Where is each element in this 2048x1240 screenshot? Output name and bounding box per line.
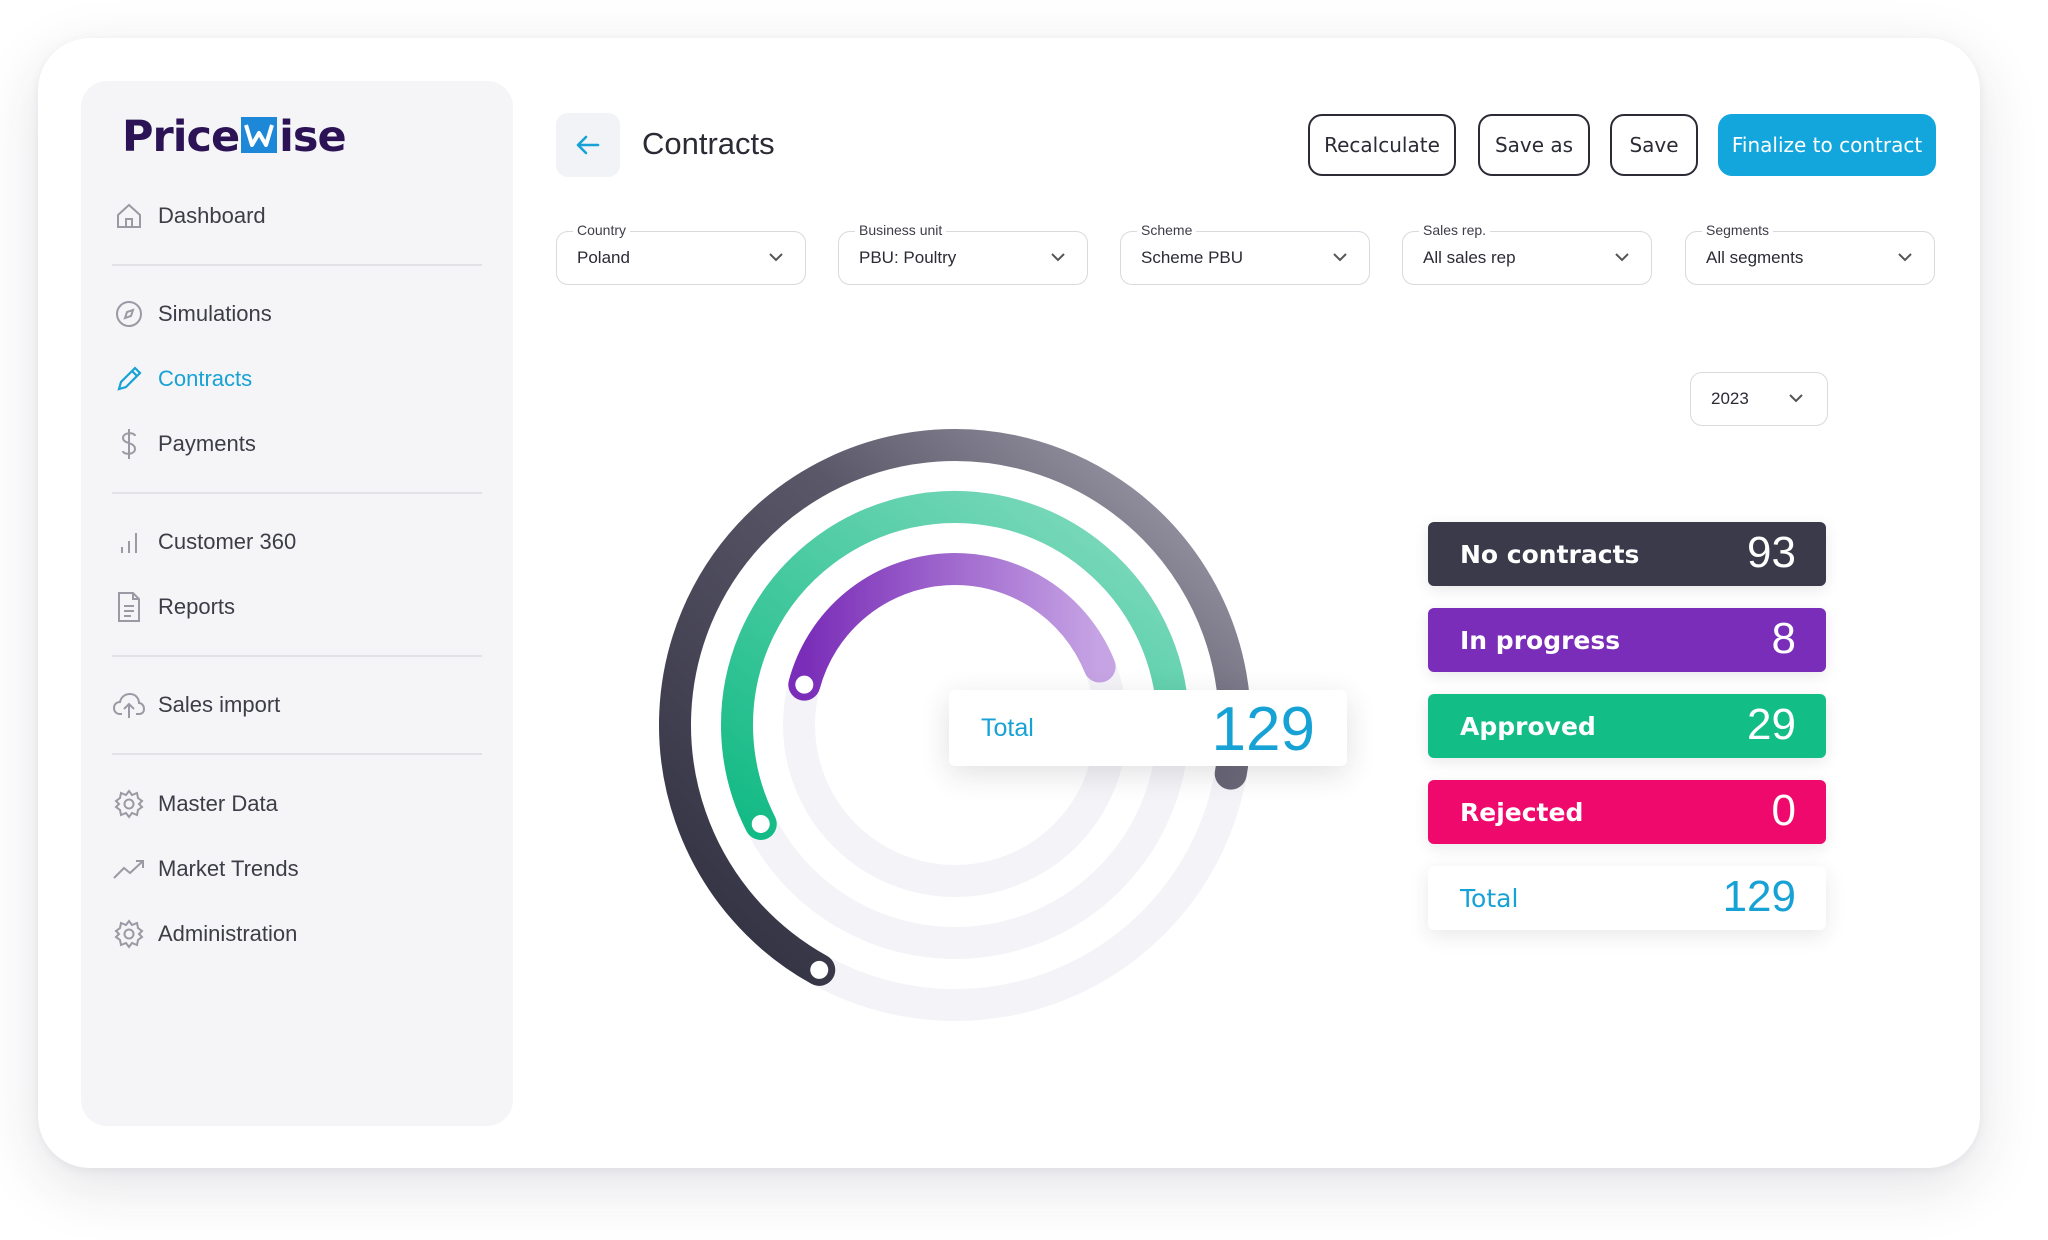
legend-value: 0 [1771,786,1796,835]
year-value: 2023 [1711,389,1749,408]
save-as-button[interactable]: Save as [1478,114,1590,176]
sidebar-item-simulations[interactable]: Simulations [112,294,272,334]
save-button[interactable]: Save [1610,114,1698,176]
legend-label: Total [1460,884,1519,913]
chevron-down-icon [1051,253,1065,262]
sidebar-item-contracts[interactable]: Contracts [112,359,252,399]
sidebar-item-label: Master Data [158,791,278,816]
home-icon [112,199,146,233]
no-contracts-arc-end-dot [810,960,829,979]
sidebar-item-customer-360[interactable]: Customer 360 [112,522,296,562]
filter-value: All segments [1706,248,1804,267]
filter-value: All sales rep [1423,248,1516,267]
gear-icon [112,917,146,951]
sidebar-item-label: Payments [158,431,256,456]
legend-value: 8 [1771,614,1796,663]
page-title: Contracts [642,126,775,161]
chevron-down-icon [1615,253,1629,262]
filter-label: Country [573,222,631,238]
pricewise-logo[interactable]: Price ise [122,112,347,162]
filter-value: Scheme PBU [1141,248,1244,267]
chart-total-card: Total 129 [949,690,1347,766]
trend-icon [112,852,146,886]
year-select[interactable]: 2023 [1690,372,1828,426]
logo-text-right: ise [279,112,346,162]
filter-label: Segments [1702,222,1774,238]
gear-icon [112,787,146,821]
legend-no-contracts: No contracts 93 [1428,522,1826,586]
chevron-down-icon [1789,394,1803,403]
sidebar-item-label: Customer 360 [158,529,297,554]
back-button[interactable] [556,113,620,177]
in-progress-arc-end-dot [795,675,814,694]
legend-rejected: Rejected 0 [1428,780,1826,844]
legend-label: Rejected [1460,798,1584,827]
logo-w-icon [241,117,278,153]
legend-label: Approved [1460,712,1596,741]
filter-label: Scheme [1137,222,1197,238]
filter-label: Sales rep. [1419,222,1491,238]
sidebar-divider [112,492,482,494]
sidebar-item-label: Reports [158,594,236,619]
legend-value: 93 [1747,528,1796,577]
business-unit-select[interactable]: Business unit PBU: Poultry [838,222,1088,285]
scheme-select[interactable]: Scheme Scheme PBU [1120,222,1370,285]
pencil-icon [112,362,146,396]
chevron-down-icon [1333,253,1347,262]
sidebar-item-payments[interactable]: Payments [112,424,256,464]
legend-approved: Approved 29 [1428,694,1826,758]
dollar-icon [112,427,146,461]
arrow-left-icon [576,135,600,155]
chevron-down-icon [769,253,783,262]
sidebar-item-label: Contracts [158,366,253,391]
legend-in-progress: In progress 8 [1428,608,1826,672]
sidebar-item-administration[interactable]: Administration [112,914,297,954]
bar-chart-icon [112,525,146,559]
filter-value: Poland [577,248,630,267]
sidebar-divider [112,264,482,266]
compass-icon [112,297,146,331]
filter-label: Business unit [855,222,947,238]
sidebar-item-label: Market Trends [158,856,299,881]
sidebar-item-label: Administration [158,921,298,946]
legend-label: No contracts [1460,540,1640,569]
sidebar-item-master-data[interactable]: Master Data [112,784,278,824]
sidebar-item-label: Simulations [158,301,272,326]
sidebar-item-dashboard[interactable]: Dashboard [112,196,266,236]
country-select[interactable]: Country Poland [556,222,806,285]
legend-value: 29 [1747,700,1796,749]
sidebar-divider [112,753,482,755]
legend-label: In progress [1460,626,1621,655]
sidebar-item-sales-import[interactable]: Sales import [112,685,280,725]
recalculate-button[interactable]: Recalculate [1308,114,1456,176]
document-icon [112,590,146,624]
approved-arc-end-dot [751,814,770,833]
sidebar-item-reports[interactable]: Reports [112,587,235,627]
sidebar-item-label: Sales import [158,692,281,717]
sidebar-item-market-trends[interactable]: Market Trends [112,849,299,889]
legend-value: 129 [1722,872,1796,921]
logo-text-left: Price [122,112,240,162]
chevron-down-icon [1898,253,1912,262]
sales-rep-select[interactable]: Sales rep. All sales rep [1402,222,1652,285]
legend-total: Total 129 [1428,866,1826,930]
sidebar-item-label: Dashboard [158,203,266,228]
filter-value: PBU: Poultry [859,248,957,267]
cloud-upload-icon [112,688,146,722]
sidebar-divider [112,655,482,657]
total-value: 129 [1211,695,1315,764]
segments-select[interactable]: Segments All segments [1685,222,1935,285]
finalize-to-contract-button[interactable]: Finalize to contract [1718,114,1936,176]
total-label: Total [981,714,1034,742]
